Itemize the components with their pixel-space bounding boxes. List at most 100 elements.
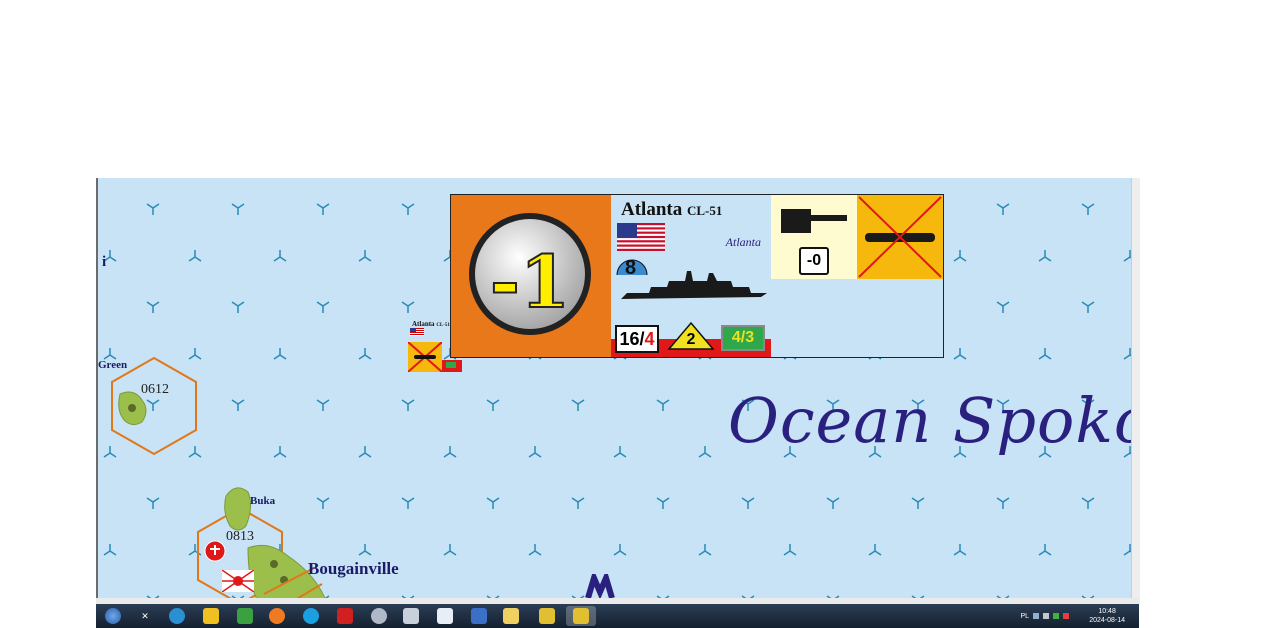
hex-vertex-mark — [1038, 348, 1052, 360]
hex-vertex-mark — [783, 544, 797, 556]
hex-vertex-mark — [273, 250, 287, 262]
hex-vertex-mark — [953, 544, 967, 556]
hex-vertex-mark — [741, 497, 755, 509]
hex-vertex-mark — [1081, 301, 1095, 313]
gun-range: 4 — [644, 329, 655, 349]
hex-vertex-mark — [231, 399, 245, 411]
hex-vertex-mark — [231, 301, 245, 313]
hex-vertex-mark — [1081, 203, 1095, 215]
hex-vertex-mark — [188, 250, 202, 262]
modifier-value: -1 — [489, 238, 571, 325]
game-icon-3[interactable] — [566, 606, 596, 626]
place-label-bougainville: Bougainville — [308, 559, 399, 578]
hex-vertex-mark — [146, 203, 160, 215]
mini-red-bar — [442, 360, 462, 372]
hex-vertex-mark — [571, 497, 585, 509]
ship-name: Atlanta — [621, 199, 683, 220]
hex-vertex-mark — [613, 446, 627, 458]
hex-vertex-mark — [443, 446, 457, 458]
clock-date: 2024-08-14 — [1089, 617, 1125, 624]
document-icon[interactable] — [464, 606, 494, 626]
place-label-green: Green — [98, 359, 128, 371]
armor-box: 4/3 — [721, 325, 765, 351]
windows-start-icon[interactable] — [98, 606, 128, 626]
hex-label-0612: 0612 — [141, 382, 169, 397]
notes-icon[interactable] — [396, 606, 426, 626]
mini-us-flag-icon — [410, 328, 424, 336]
hex-vertex-mark — [358, 446, 372, 458]
hex-0612[interactable] — [108, 356, 200, 456]
gun-strength-box: 16/4 — [615, 325, 659, 353]
hex-vertex-mark — [358, 250, 372, 262]
tool-icon[interactable] — [364, 606, 394, 626]
edge-icon[interactable] — [162, 606, 192, 626]
hex-vertex-mark — [358, 348, 372, 360]
hex-vertex-mark — [401, 301, 415, 313]
naval-gun-icon — [781, 209, 847, 233]
vertical-scrollbar[interactable] — [1131, 178, 1140, 604]
hex-vertex-mark — [1038, 250, 1052, 262]
hex-vertex-mark — [698, 446, 712, 458]
tray-language[interactable]: PL — [1020, 613, 1029, 620]
tray-app-icon[interactable] — [1053, 613, 1059, 619]
hex-vertex-mark — [868, 544, 882, 556]
hex-vertex-mark — [316, 301, 330, 313]
modifier-disc: -1 — [469, 213, 591, 335]
hex-vertex-mark — [316, 203, 330, 215]
game-icon-2[interactable] — [532, 606, 562, 626]
gun-modifier-value: -0 — [799, 247, 829, 275]
ship-counter-popup[interactable]: -1 Atlanta CL-51 Atlanta 8 16/4 2 4/3 -0 — [450, 194, 944, 358]
hex-vertex-mark — [103, 544, 117, 556]
game-icon[interactable] — [196, 606, 226, 626]
ship-title: Atlanta CL-51 — [621, 199, 722, 221]
tray-app-icon-2[interactable] — [1063, 613, 1069, 619]
tray-network-icon[interactable] — [1033, 613, 1039, 619]
gun-value: 16 — [619, 329, 640, 349]
gun-modifier-panel: -0 — [771, 195, 857, 279]
japanese-airbase-icon[interactable] — [204, 540, 226, 562]
clock[interactable]: 10:48 2024-08-14 — [1089, 607, 1125, 625]
hex-vertex-mark — [826, 497, 840, 509]
class-name: Atlanta — [725, 235, 761, 249]
hex-vertex-mark — [613, 544, 627, 556]
hex-vertex-mark — [146, 497, 160, 509]
hex-vertex-mark — [486, 399, 500, 411]
close-tab-x-icon[interactable]: ✕ — [130, 606, 160, 626]
aa-value: 2 — [686, 331, 696, 348]
hex-vertex-mark — [146, 301, 160, 313]
hex-vertex-mark — [698, 544, 712, 556]
hex-vertex-mark — [401, 399, 415, 411]
clock-time: 10:48 — [1098, 608, 1116, 615]
hex-vertex-mark — [231, 203, 245, 215]
counter-modifier-panel: -1 — [451, 195, 611, 357]
mini-hull-code: CL-51 — [436, 323, 450, 328]
hex-vertex-mark — [996, 301, 1010, 313]
hex-vertex-mark — [528, 544, 542, 556]
hex-vertex-mark — [401, 203, 415, 215]
place-label-buka: Buka — [250, 495, 276, 507]
pdf-icon[interactable] — [330, 606, 360, 626]
folder-icon[interactable] — [496, 606, 526, 626]
system-tray: PL — [1020, 604, 1069, 628]
japan-rising-sun-flag-icon[interactable] — [222, 570, 254, 592]
skype-icon[interactable] — [296, 606, 326, 626]
hex-vertex-mark — [953, 348, 967, 360]
mini-ship-name: Atlanta — [412, 320, 435, 328]
chart-icon[interactable] — [230, 606, 260, 626]
hex-vertex-mark — [656, 497, 670, 509]
place-label-edge: i — [102, 254, 107, 270]
hex-vertex-mark — [953, 250, 967, 262]
taskbar: ✕ PL 10:48 2024-08-14 — [96, 604, 1139, 628]
ship-silhouette-icon — [621, 271, 767, 299]
firefox-icon[interactable] — [262, 606, 292, 626]
tray-volume-icon[interactable] — [1043, 613, 1049, 619]
mini-torpedo-crossed-icon — [408, 342, 442, 372]
hex-vertex-mark — [1038, 544, 1052, 556]
counter-ship-panel: Atlanta CL-51 Atlanta 8 16/4 2 4/3 — [611, 195, 771, 357]
hex-vertex-mark — [273, 348, 287, 360]
aa-triangle: 2 — [667, 321, 715, 356]
hex-vertex-mark — [571, 399, 585, 411]
window-icon[interactable] — [430, 606, 460, 626]
hex-vertex-mark — [1081, 497, 1095, 509]
hex-vertex-mark — [316, 399, 330, 411]
